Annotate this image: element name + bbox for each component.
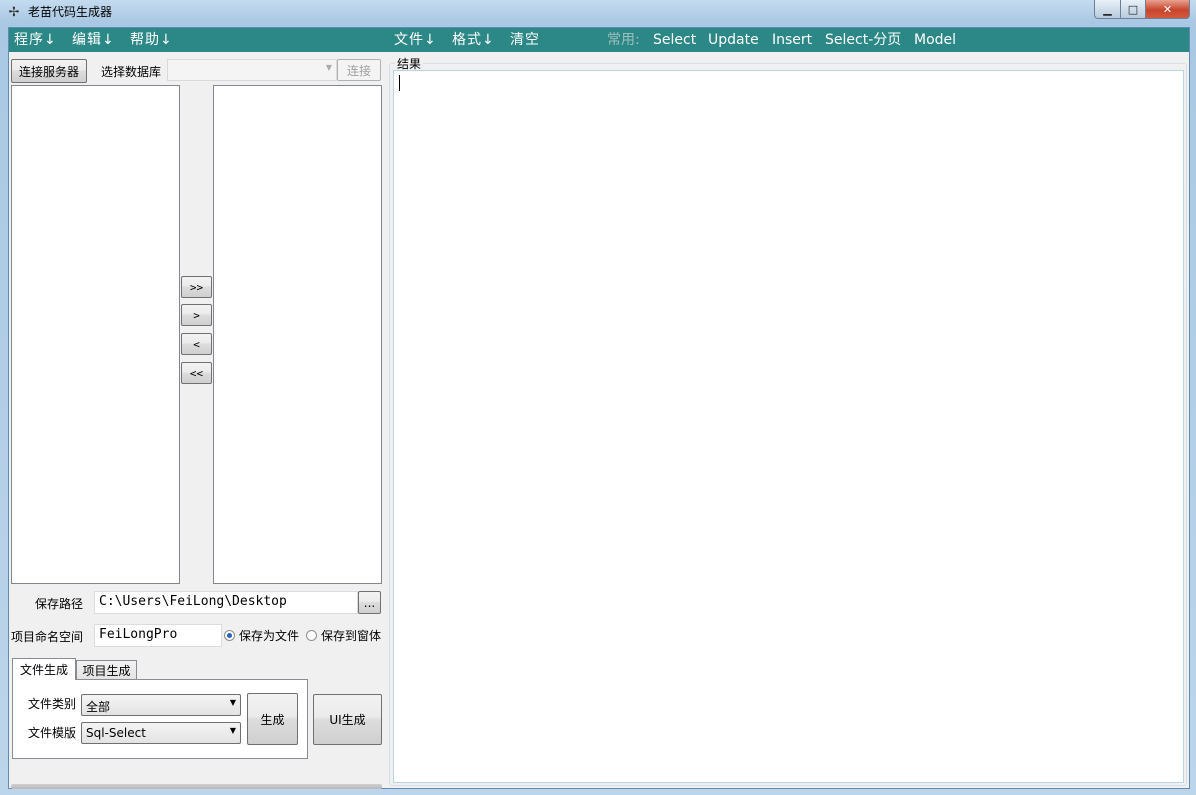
window-title: 老苗代码生成器 [28, 5, 113, 19]
menu-program[interactable]: 程序↓ [14, 31, 57, 49]
namespace-label: 项目命名空间 [11, 630, 84, 644]
ui-generate-button[interactable]: UI生成 [313, 694, 382, 745]
menu-edit[interactable]: 编辑↓ [72, 31, 115, 49]
menu-update[interactable]: Update [708, 31, 759, 49]
file-type-label: 文件类别 [28, 697, 77, 711]
save-to-window-radio[interactable] [306, 630, 317, 641]
close-icon: ✕ [1162, 2, 1173, 16]
maximize-icon: □ [1127, 2, 1139, 16]
save-to-file-radio[interactable] [224, 630, 235, 641]
menu-help[interactable]: 帮助↓ [130, 31, 173, 49]
chevron-down-icon: ▼ [229, 698, 236, 707]
save-path-input[interactable]: C:\Users\FeiLong\Desktop [94, 591, 358, 614]
save-path-label: 保存路径 [35, 597, 84, 611]
client-area: 程序↓ 编辑↓ 帮助↓ 文件↓ 格式↓ 清空 常用: Select Update… [8, 27, 1190, 789]
save-to-window-label[interactable]: 保存到窗体 [321, 629, 381, 643]
menu-common-label: 常用: [607, 32, 640, 48]
title-bar[interactable]: ✢ 老苗代码生成器 ▁ □ ✕ [0, 0, 1196, 26]
connect-button[interactable]: 连接 [337, 59, 381, 81]
move-left-button[interactable]: < [181, 333, 212, 355]
selected-tables-list[interactable] [213, 85, 382, 584]
left-panel-scrollbar[interactable] [11, 784, 382, 789]
menu-insert[interactable]: Insert [772, 31, 812, 49]
menu-format[interactable]: 格式↓ [452, 31, 495, 49]
chevron-down-icon: ▼ [229, 726, 236, 735]
tab-file-gen[interactable]: 文件生成 [12, 658, 76, 680]
database-select[interactable]: ▼ [167, 59, 337, 81]
move-right-button[interactable]: > [181, 304, 212, 326]
maximize-button[interactable]: □ [1121, 0, 1146, 19]
generate-button[interactable]: 生成 [247, 693, 298, 745]
menu-bar: 程序↓ 编辑↓ 帮助↓ 文件↓ 格式↓ 清空 常用: Select Update… [9, 28, 1189, 52]
menu-select[interactable]: Select [653, 31, 696, 49]
chevron-down-icon: ▼ [325, 63, 332, 72]
connect-server-button[interactable]: 连接服务器 [11, 59, 87, 83]
minimize-icon: ▁ [1103, 2, 1112, 16]
result-textarea[interactable] [393, 70, 1184, 783]
template-value: Sql-Select [86, 726, 146, 740]
menu-clear[interactable]: 清空 [510, 31, 540, 49]
text-caret [399, 75, 400, 91]
save-to-file-label[interactable]: 保存为文件 [239, 629, 299, 643]
browse-button[interactable]: ... [358, 591, 381, 614]
file-type-select[interactable]: 全部 ▼ [81, 694, 241, 716]
select-db-label: 选择数据库 [101, 65, 162, 79]
menu-model[interactable]: Model [914, 31, 956, 49]
menu-file[interactable]: 文件↓ [394, 31, 437, 49]
move-all-right-button[interactable]: >> [181, 276, 212, 298]
minimize-button[interactable]: ▁ [1094, 0, 1121, 19]
bird-icon: ✢ [8, 5, 20, 20]
result-label: 结果 [395, 57, 424, 71]
menu-select-paged[interactable]: Select-分页 [825, 31, 901, 49]
file-type-value: 全部 [86, 700, 111, 714]
file-gen-panel: 文件类别 全部 ▼ 文件模版 Sql-Select ▼ 生成 [12, 679, 308, 759]
window-controls: ▁ □ ✕ [1094, 0, 1190, 19]
close-button[interactable]: ✕ [1146, 0, 1190, 19]
available-tables-list[interactable] [11, 85, 180, 584]
move-all-left-button[interactable]: << [181, 362, 212, 384]
namespace-input[interactable]: FeiLongPro [94, 624, 222, 647]
tab-project-gen[interactable]: 项目生成 [76, 660, 137, 679]
template-select[interactable]: Sql-Select ▼ [81, 722, 241, 744]
template-label: 文件模版 [28, 726, 77, 740]
app-window: ✢ 老苗代码生成器 ▁ □ ✕ 程序↓ 编辑↓ 帮助↓ 文件↓ 格式↓ 清空 常… [0, 0, 1196, 795]
